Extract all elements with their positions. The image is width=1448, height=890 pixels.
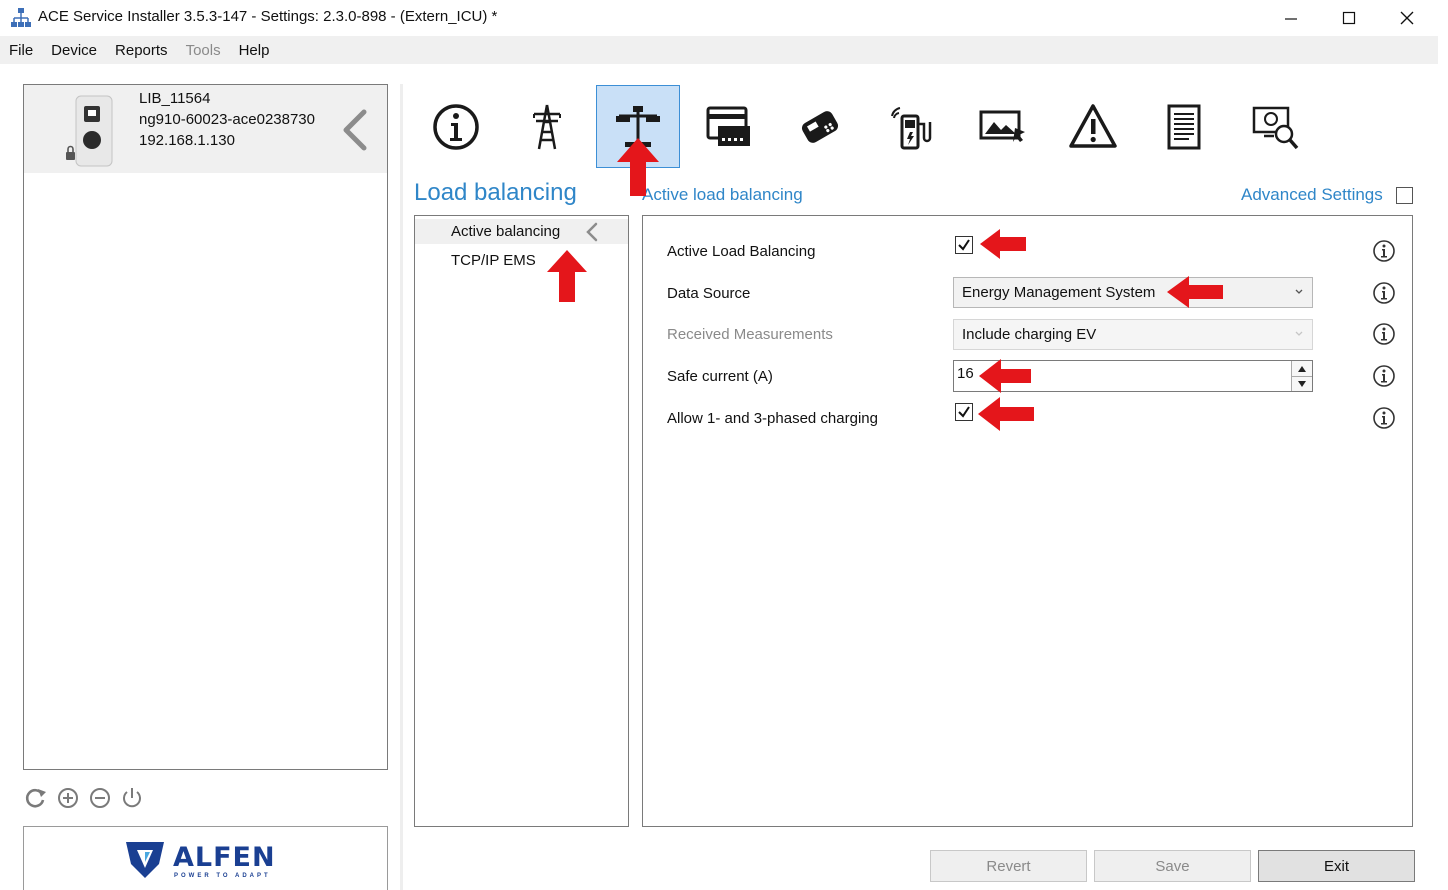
device-ip: 192.168.1.130 [139, 132, 235, 149]
display-image-icon [979, 110, 1025, 142]
data-source-select[interactable]: Energy Management System [953, 277, 1313, 308]
device-name: LIB_11564 [139, 90, 211, 107]
panel-divider [400, 84, 403, 890]
received-measurements-label: Received Measurements [667, 326, 833, 343]
active-lb-checkbox[interactable] [955, 236, 973, 254]
checkmark-icon [958, 239, 970, 251]
arrow-down-icon [1298, 381, 1306, 387]
annotation-arrow-left-icon [979, 359, 1031, 393]
alfen-logo-icon [126, 842, 164, 878]
tab-card-reader[interactable] [687, 85, 771, 168]
nav-chevron-icon [586, 222, 598, 242]
phased-charging-checkbox[interactable] [955, 403, 973, 421]
warning-icon [1069, 103, 1117, 148]
stepper-up-button[interactable] [1292, 361, 1312, 376]
annotation-arrow-left-icon [1167, 276, 1223, 308]
tab-grid[interactable] [505, 85, 589, 168]
device-tools [24, 786, 144, 810]
menu-file[interactable]: File [9, 42, 33, 59]
device-list-panel [23, 84, 388, 770]
info-icon[interactable] [1372, 364, 1396, 388]
annotation-arrow-left-icon [980, 229, 1026, 259]
arrow-up-icon [1298, 365, 1306, 372]
phased-charging-label: Allow 1- and 3-phased charging [667, 410, 878, 427]
advanced-settings-checkbox[interactable] [1396, 187, 1413, 204]
menu-tools[interactable]: Tools [186, 42, 221, 59]
info-icon [433, 103, 479, 150]
close-button[interactable] [1378, 0, 1436, 36]
window-title: ACE Service Installer 3.5.3-147 - Settin… [38, 8, 498, 25]
tab-info[interactable] [414, 85, 498, 168]
tab-display[interactable] [960, 85, 1044, 168]
annotation-arrow-up-icon [547, 250, 587, 302]
charger-device-icon [66, 95, 113, 167]
annotation-arrow-up-icon [617, 138, 659, 196]
checkmark-icon [958, 406, 970, 418]
collapse-chevron-icon[interactable] [338, 108, 374, 152]
diagnostics-icon [1252, 106, 1299, 149]
received-measurements-select[interactable]: Include charging EV [953, 319, 1313, 350]
dropdown-chevron-icon [1295, 289, 1303, 294]
menu-device[interactable]: Device [51, 42, 97, 59]
subsection-nav [414, 215, 629, 827]
info-icon[interactable] [1372, 406, 1396, 430]
power-tower-icon [533, 104, 561, 149]
data-source-label: Data Source [667, 285, 751, 302]
payment-terminal-icon [801, 110, 839, 143]
data-source-value: Energy Management System [962, 284, 1156, 301]
tab-alerts[interactable] [1051, 85, 1135, 168]
minimize-icon [1285, 18, 1297, 20]
dropdown-chevron-icon [1295, 331, 1303, 336]
nav-label-active-balancing[interactable]: Active balancing [451, 223, 560, 240]
advanced-settings-label[interactable]: Advanced Settings [1241, 185, 1383, 205]
charger-connectivity-icon [891, 106, 932, 149]
network-app-icon [11, 8, 31, 27]
nav-item-tcpip-ems[interactable]: TCP/IP EMS [451, 252, 536, 269]
subsection-title: Active load balancing [642, 185, 803, 204]
info-icon[interactable] [1372, 239, 1396, 263]
remove-device-icon[interactable] [88, 786, 112, 810]
menu-help[interactable]: Help [239, 42, 270, 59]
stepper-down-button[interactable] [1292, 376, 1312, 391]
log-document-icon [1167, 104, 1201, 149]
section-title: Load balancing [414, 179, 577, 206]
exit-button[interactable]: Exit [1258, 850, 1415, 882]
tab-payment[interactable] [778, 85, 862, 168]
tab-connectivity[interactable] [869, 85, 953, 168]
add-device-icon[interactable] [56, 786, 80, 810]
refresh-icon[interactable] [24, 786, 48, 810]
card-reader-icon [706, 106, 750, 146]
save-button[interactable]: Save [1094, 850, 1251, 882]
close-icon [1400, 11, 1414, 25]
safe-current-value[interactable]: 16 [957, 365, 974, 382]
device-id: ng910-60023-ace0238730 [139, 111, 315, 128]
active-lb-label: Active Load Balancing [667, 243, 816, 260]
tab-logs[interactable] [1142, 85, 1226, 168]
maximize-icon [1342, 11, 1356, 25]
menu-bar: File Device Reports Tools Help [0, 36, 1438, 64]
tab-diagnostics[interactable] [1233, 85, 1317, 168]
info-icon[interactable] [1372, 322, 1396, 346]
revert-button[interactable]: Revert [930, 850, 1087, 882]
power-icon[interactable] [120, 786, 144, 810]
info-icon[interactable] [1372, 281, 1396, 305]
received-measurements-value: Include charging EV [962, 326, 1097, 343]
brand-tagline: POWER TO ADAPT [174, 873, 271, 879]
annotation-arrow-left-icon [978, 397, 1034, 431]
safe-current-stepper [1291, 361, 1312, 391]
minimize-button[interactable] [1262, 0, 1320, 36]
menu-reports[interactable]: Reports [115, 42, 168, 59]
maximize-button[interactable] [1320, 0, 1378, 36]
brand-wordmark: ALFEN [173, 842, 276, 873]
safe-current-label: Safe current (A) [667, 368, 773, 385]
